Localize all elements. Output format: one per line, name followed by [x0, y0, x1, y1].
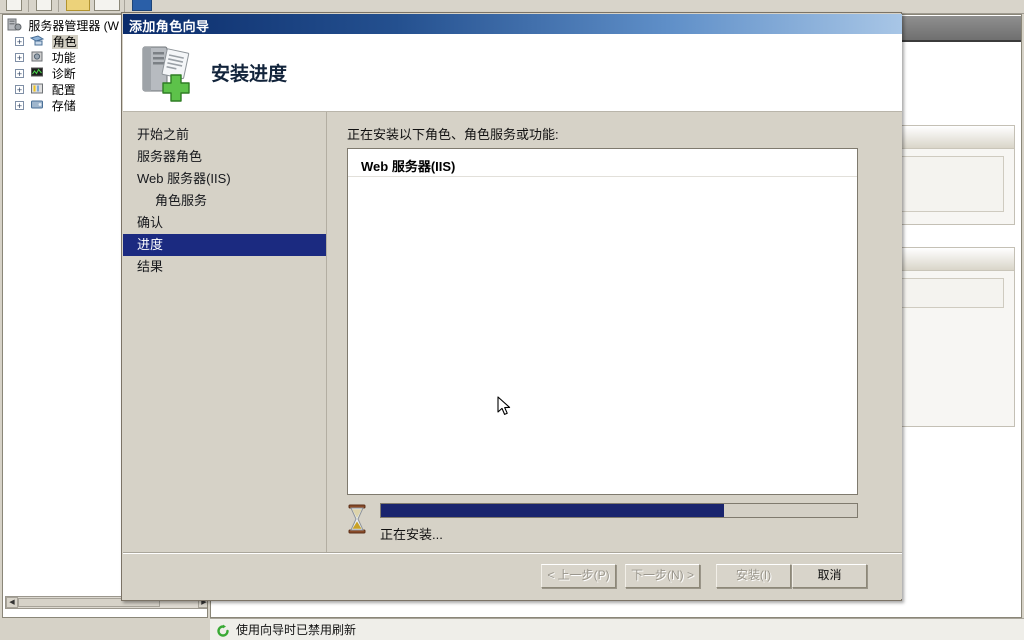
- status-bar-text: 使用向导时已禁用刷新: [236, 623, 357, 637]
- storage-icon: [30, 98, 45, 111]
- toolbar-folder-icon[interactable]: [66, 0, 90, 11]
- screen: 服务器管理器 (W + 角色 + 功能 + 诊断 + 配置 + 存储 ◀ ▶ 使…: [0, 0, 1024, 640]
- expander-plus-icon[interactable]: +: [15, 85, 24, 95]
- nav-item-progress[interactable]: 进度: [123, 234, 326, 256]
- nav-item-role-services[interactable]: 角色服务: [123, 190, 326, 212]
- tree-item-label: 存储: [51, 98, 76, 113]
- nav-item-server-roles[interactable]: 服务器角色: [123, 146, 326, 168]
- wizard-title-bar[interactable]: 添加角色向导: [123, 14, 902, 34]
- tree-root-label: 服务器管理器 (W: [28, 18, 120, 33]
- tree-item-label: 配置: [51, 82, 76, 97]
- wizard-body: 正在安装以下角色、角色服务或功能: Web 服务器(IIS) 正在安装...: [327, 112, 902, 555]
- list-separator: [348, 176, 857, 177]
- configuration-icon: [30, 82, 45, 95]
- expander-plus-icon[interactable]: +: [15, 69, 24, 79]
- hourglass-icon: [347, 504, 367, 534]
- toolbar-help-icon[interactable]: [132, 0, 152, 11]
- features-icon: [30, 50, 45, 63]
- diagnostics-icon: [30, 66, 45, 79]
- cancel-button[interactable]: 取消: [792, 564, 867, 588]
- toolbar-separator: [58, 0, 59, 12]
- add-roles-wizard-dialog[interactable]: 添加角色向导 安装进度 开始之前 服务器角色 Web 服务器(IIS) 角色服务…: [121, 12, 902, 601]
- nav-item-confirmation[interactable]: 确认: [123, 212, 326, 234]
- wizard-footer: < 上一步(P) 下一步(N) > 安装(I) 取消: [123, 552, 902, 599]
- toolbar-separator: [28, 0, 29, 12]
- nav-item-results[interactable]: 结果: [123, 256, 326, 278]
- toolbar-separator: [124, 0, 125, 12]
- back-button[interactable]: < 上一步(P): [541, 564, 616, 588]
- progress-bar-fill: [381, 504, 724, 517]
- toolbar-properties-icon[interactable]: [94, 0, 120, 11]
- footer-separator: [123, 552, 902, 553]
- tree-item-label: 角色: [51, 34, 78, 49]
- toolbar-forward-icon[interactable]: [36, 0, 52, 11]
- tree-item-label: 诊断: [51, 66, 76, 81]
- installing-caption: 正在安装以下角色、角色服务或功能:: [347, 127, 559, 142]
- server-manager-status-bar: 使用向导时已禁用刷新: [210, 618, 1024, 640]
- expander-plus-icon[interactable]: +: [15, 53, 24, 63]
- install-button[interactable]: 安装(I): [716, 564, 791, 588]
- refresh-icon: [216, 623, 230, 637]
- wizard-header: 安装进度: [123, 34, 902, 112]
- wizard-title-text: 添加角色向导: [129, 19, 210, 34]
- nav-item-before-you-begin[interactable]: 开始之前: [123, 124, 326, 146]
- list-item: Web 服务器(IIS): [361, 159, 456, 174]
- progress-area: 正在安装...: [347, 502, 858, 546]
- progress-bar: [380, 503, 858, 518]
- tree-item-label: 功能: [51, 50, 76, 65]
- toolbar-back-icon[interactable]: [6, 0, 22, 11]
- expander-plus-icon[interactable]: +: [15, 37, 24, 47]
- progress-status-label: 正在安装...: [380, 527, 443, 542]
- wizard-header-title: 安装进度: [211, 64, 288, 85]
- scroll-left-arrow-icon[interactable]: ◀: [6, 597, 18, 608]
- roles-icon: [30, 34, 45, 47]
- server-add-role-icon: [137, 43, 199, 103]
- next-button[interactable]: 下一步(N) >: [625, 564, 700, 588]
- expander-plus-icon[interactable]: +: [15, 101, 24, 111]
- server-manager-icon: [7, 18, 22, 31]
- installing-items-list: Web 服务器(IIS): [347, 148, 858, 495]
- wizard-navigation[interactable]: 开始之前 服务器角色 Web 服务器(IIS) 角色服务 确认 进度 结果: [123, 112, 327, 555]
- nav-item-web-server-iis[interactable]: Web 服务器(IIS): [123, 168, 326, 190]
